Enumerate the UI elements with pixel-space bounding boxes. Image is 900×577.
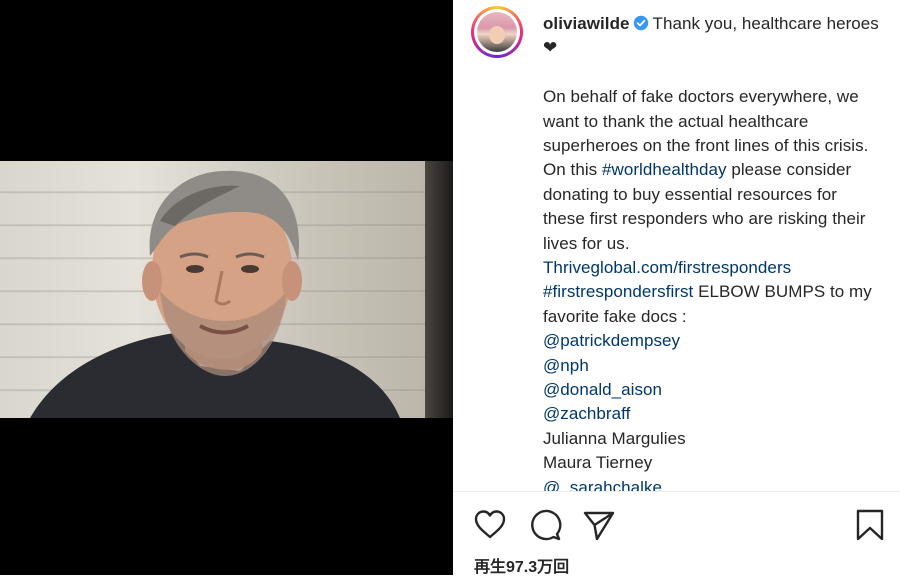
verified-badge-icon <box>633 15 648 31</box>
username[interactable]: oliviawilde <box>543 14 630 33</box>
caption-link[interactable]: Thriveglobal.com/firstresponders <box>543 256 883 280</box>
action-bar: 再生97.3万回 <box>453 492 900 576</box>
video-frame[interactable] <box>0 161 453 418</box>
person-figure <box>30 170 400 418</box>
caption-body: On behalf of fake doctors everywhere, we… <box>543 87 869 253</box>
mention-link[interactable]: @nph <box>543 354 883 378</box>
hashtag-firstrespondersfirst[interactable]: #firstrespondersfirst <box>543 282 693 301</box>
mention-link[interactable]: @zachbraff <box>543 402 883 426</box>
heart-icon[interactable] <box>473 508 507 542</box>
caption-area: oliviawilde Thank you, healthcare heroes … <box>453 0 900 492</box>
caption-name: Julianna Margulies <box>543 428 686 448</box>
bookmark-icon[interactable] <box>853 508 887 542</box>
view-count: 再生97.3万回 <box>474 559 570 576</box>
mention-link[interactable]: @_sarahchalke <box>543 476 883 492</box>
avatar-image <box>477 12 517 52</box>
mention-link[interactable]: @patrickdempsey <box>543 329 883 353</box>
caption-text: oliviawilde Thank you, healthcare heroes … <box>543 12 883 492</box>
caption-name: Maura Tierney <box>543 453 653 473</box>
comment-icon[interactable] <box>528 508 562 542</box>
hashtag-worldhealthday[interactable]: #worldhealthday <box>602 160 727 179</box>
mention-link[interactable]: @donald_aison <box>543 378 883 402</box>
paper-plane-icon[interactable] <box>582 508 616 542</box>
video-player[interactable] <box>0 0 453 575</box>
post-panel: oliviawilde Thank you, healthcare heroes … <box>453 0 900 576</box>
avatar[interactable] <box>471 6 523 58</box>
